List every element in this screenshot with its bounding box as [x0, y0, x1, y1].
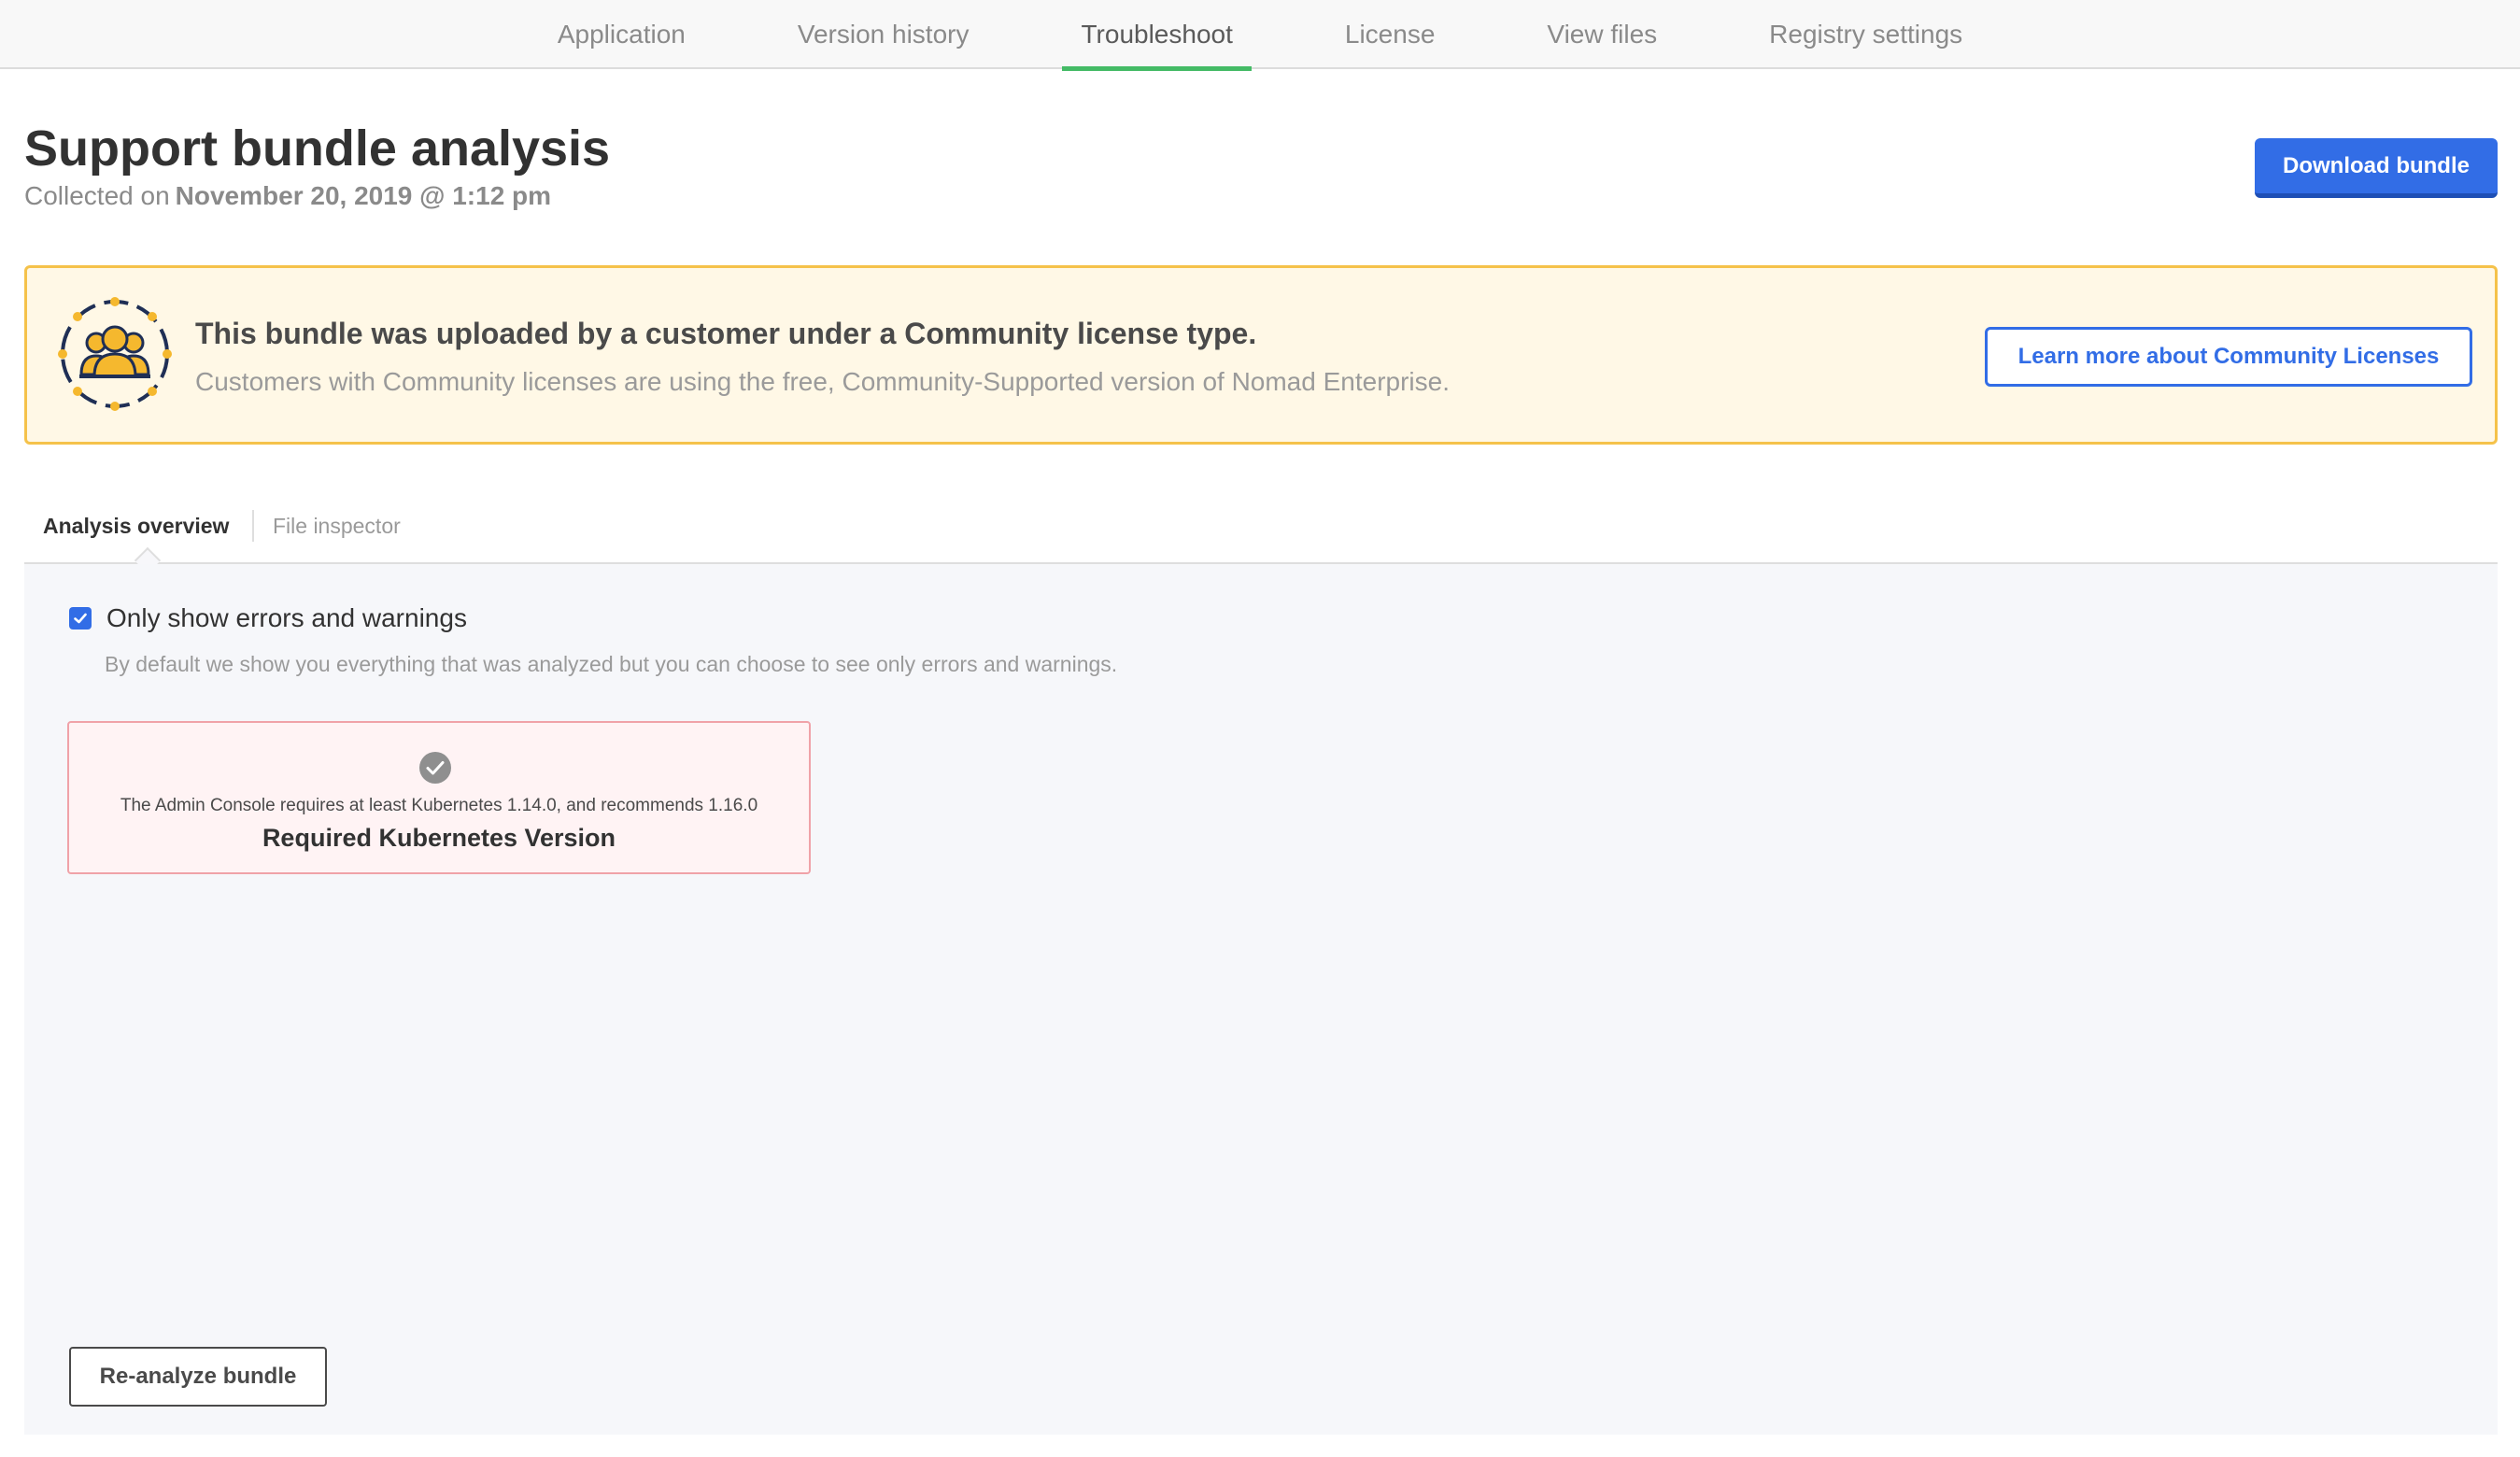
insight-card[interactable]: The Admin Console requires at least Kube…	[67, 721, 811, 874]
collected-info: Collected on November 20, 2019 @ 1:12 pm	[24, 179, 551, 213]
filter-row: Only show errors and warnings	[69, 603, 467, 633]
nav-tab-registry-settings[interactable]: Registry settings	[1750, 0, 1981, 69]
reanalyze-bundle-button[interactable]: Re-analyze bundle	[69, 1347, 327, 1407]
top-navigation: Application Version history Troubleshoot…	[0, 0, 2520, 71]
nav-tab-view-files[interactable]: View files	[1528, 0, 1676, 69]
insight-message: The Admin Console requires at least Kube…	[120, 796, 758, 815]
check-circle-icon	[419, 752, 451, 784]
community-users-icon	[58, 297, 172, 411]
analysis-subtabs: Analysis overview File inspector	[24, 504, 2498, 574]
tab-analysis-overview[interactable]: Analysis overview	[43, 514, 229, 539]
nav-tab-troubleshoot[interactable]: Troubleshoot	[1062, 0, 1253, 71]
tab-file-inspector[interactable]: File inspector	[273, 514, 401, 539]
collected-date: November 20, 2019 @ 1:12 pm	[175, 181, 552, 210]
nav-tab-version-history[interactable]: Version history	[779, 0, 988, 69]
filter-label[interactable]: Only show errors and warnings	[106, 603, 467, 633]
insight-title: Required Kubernetes Version	[262, 824, 616, 852]
banner-subtitle: Customers with Community licenses are us…	[195, 367, 1451, 396]
analysis-panel: Only show errors and warnings By default…	[24, 564, 2498, 1435]
checkmark-icon	[74, 613, 87, 624]
errors-warnings-checkbox[interactable]	[69, 607, 92, 629]
download-bundle-button[interactable]: Download bundle	[2255, 138, 2498, 198]
community-license-banner: This bundle was uploaded by a customer u…	[24, 265, 2498, 445]
learn-more-community-licenses-button[interactable]: Learn more about Community Licenses	[1985, 327, 2472, 387]
collected-prefix: Collected on	[24, 181, 170, 210]
filter-description: By default we show you everything that w…	[105, 652, 1118, 676]
nav-tab-license[interactable]: License	[1326, 0, 1454, 69]
page-title: Support bundle analysis	[24, 120, 611, 177]
top-nav-tabs: Application Version history Troubleshoot…	[0, 0, 2520, 71]
subtab-divider	[252, 510, 254, 542]
banner-title: This bundle was uploaded by a customer u…	[195, 317, 1257, 350]
nav-tab-application[interactable]: Application	[539, 0, 704, 69]
